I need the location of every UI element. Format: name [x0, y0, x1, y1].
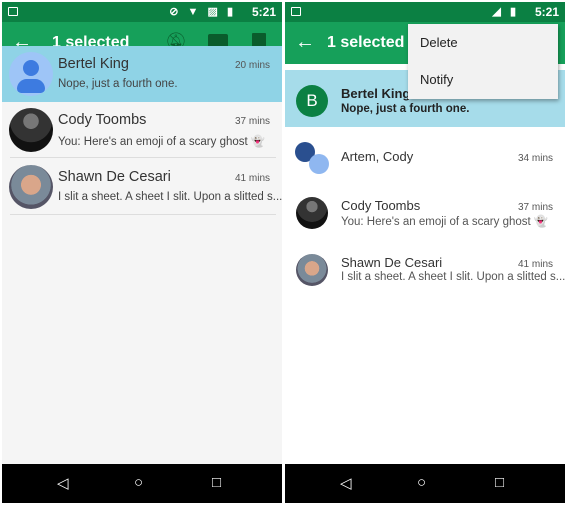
message-time: 37 mins: [517, 202, 553, 213]
message-snippet: I slit a sheet. A sheet I slit. Upon a s…: [58, 191, 282, 203]
message-snippet: You: Here's an emoji of a scary ghost 👻: [341, 216, 549, 228]
menu-item-delete[interactable]: Delete: [408, 24, 558, 61]
contact-name: Shawn De Cesari: [341, 255, 443, 270]
contact-name: Shawn De Cesari: [58, 169, 171, 185]
divider: [10, 157, 276, 158]
right-phone-screen: ◢ ▮ 5:21 ← 1 selected Delete Notify B Be…: [285, 2, 565, 503]
status-bar: ◢ ▮ 5:21: [285, 2, 565, 22]
message-time: 37 mins: [234, 116, 270, 127]
status-time: 5:21: [534, 5, 559, 19]
contact-name: Cody Toombs: [341, 198, 421, 213]
selection-count: 1 selected: [327, 34, 405, 51]
contact-name: Artem, Cody: [341, 149, 414, 164]
message-time: 41 mins: [517, 259, 553, 270]
avatar: [9, 108, 53, 152]
message-snippet: Nope, just a fourth one.: [58, 78, 178, 90]
contact-name: Bertel King: [58, 56, 129, 72]
divider: [10, 214, 276, 215]
contact-name: Bertel King: [341, 86, 411, 101]
avatar: [9, 165, 53, 209]
navigation-bar: ◁ ○ □: [2, 464, 282, 503]
nav-home-button[interactable]: ○: [134, 474, 143, 491]
overflow-menu: Delete Notify: [408, 24, 558, 99]
conversation-item-selected[interactable]: Bertel King Nope, just a fourth one. 20 …: [2, 46, 282, 102]
message-snippet: Nope, just a fourth one.: [341, 103, 470, 115]
status-icons: ⊘ ▼ ▨ ▮: [169, 6, 236, 18]
conversation-item[interactable]: Cody Toombs You: Here's an emoji of a sc…: [285, 188, 565, 244]
conversation-item[interactable]: Shawn De Cesari I slit a sheet. A sheet …: [285, 245, 565, 301]
conversation-item[interactable]: Cody Toombs You: Here's an emoji of a sc…: [2, 102, 282, 158]
menu-item-notify[interactable]: Notify: [408, 61, 558, 98]
contact-name: Cody Toombs: [58, 112, 147, 128]
back-button[interactable]: ←: [295, 31, 315, 54]
left-phone-screen: ⊘ ▼ ▨ ▮ 5:21 ← 1 selected 🔕︎ Bertel King…: [2, 2, 282, 503]
image-notification-icon: [8, 7, 18, 16]
avatar: [296, 254, 328, 286]
message-time: 20 mins: [234, 60, 270, 71]
conversation-item[interactable]: Shawn De Cesari I slit a sheet. A sheet …: [2, 159, 282, 215]
message-snippet: I slit a sheet. A sheet I slit. Upon a s…: [341, 271, 565, 283]
message-snippet: You: Here's an emoji of a scary ghost 👻: [58, 136, 266, 148]
avatar: [309, 154, 329, 174]
nav-recents-button[interactable]: □: [495, 474, 504, 491]
nav-back-button[interactable]: ◁: [57, 474, 69, 492]
nav-recents-button[interactable]: □: [212, 474, 221, 491]
nav-home-button[interactable]: ○: [417, 474, 426, 491]
image-notification-icon: [291, 7, 301, 16]
avatar: [296, 197, 328, 229]
avatar: [9, 52, 53, 96]
message-time: 34 mins: [517, 153, 553, 164]
navigation-bar: ◁ ○ □: [285, 464, 565, 503]
avatar-initial: B: [296, 85, 328, 117]
nav-back-button[interactable]: ◁: [340, 474, 352, 492]
status-time: 5:21: [251, 5, 276, 19]
status-bar: ⊘ ▼ ▨ ▮ 5:21: [2, 2, 282, 22]
message-time: 41 mins: [234, 173, 270, 184]
status-icons: ◢ ▮: [492, 6, 519, 18]
conversation-item[interactable]: Artem, Cody 34 mins: [285, 132, 565, 188]
